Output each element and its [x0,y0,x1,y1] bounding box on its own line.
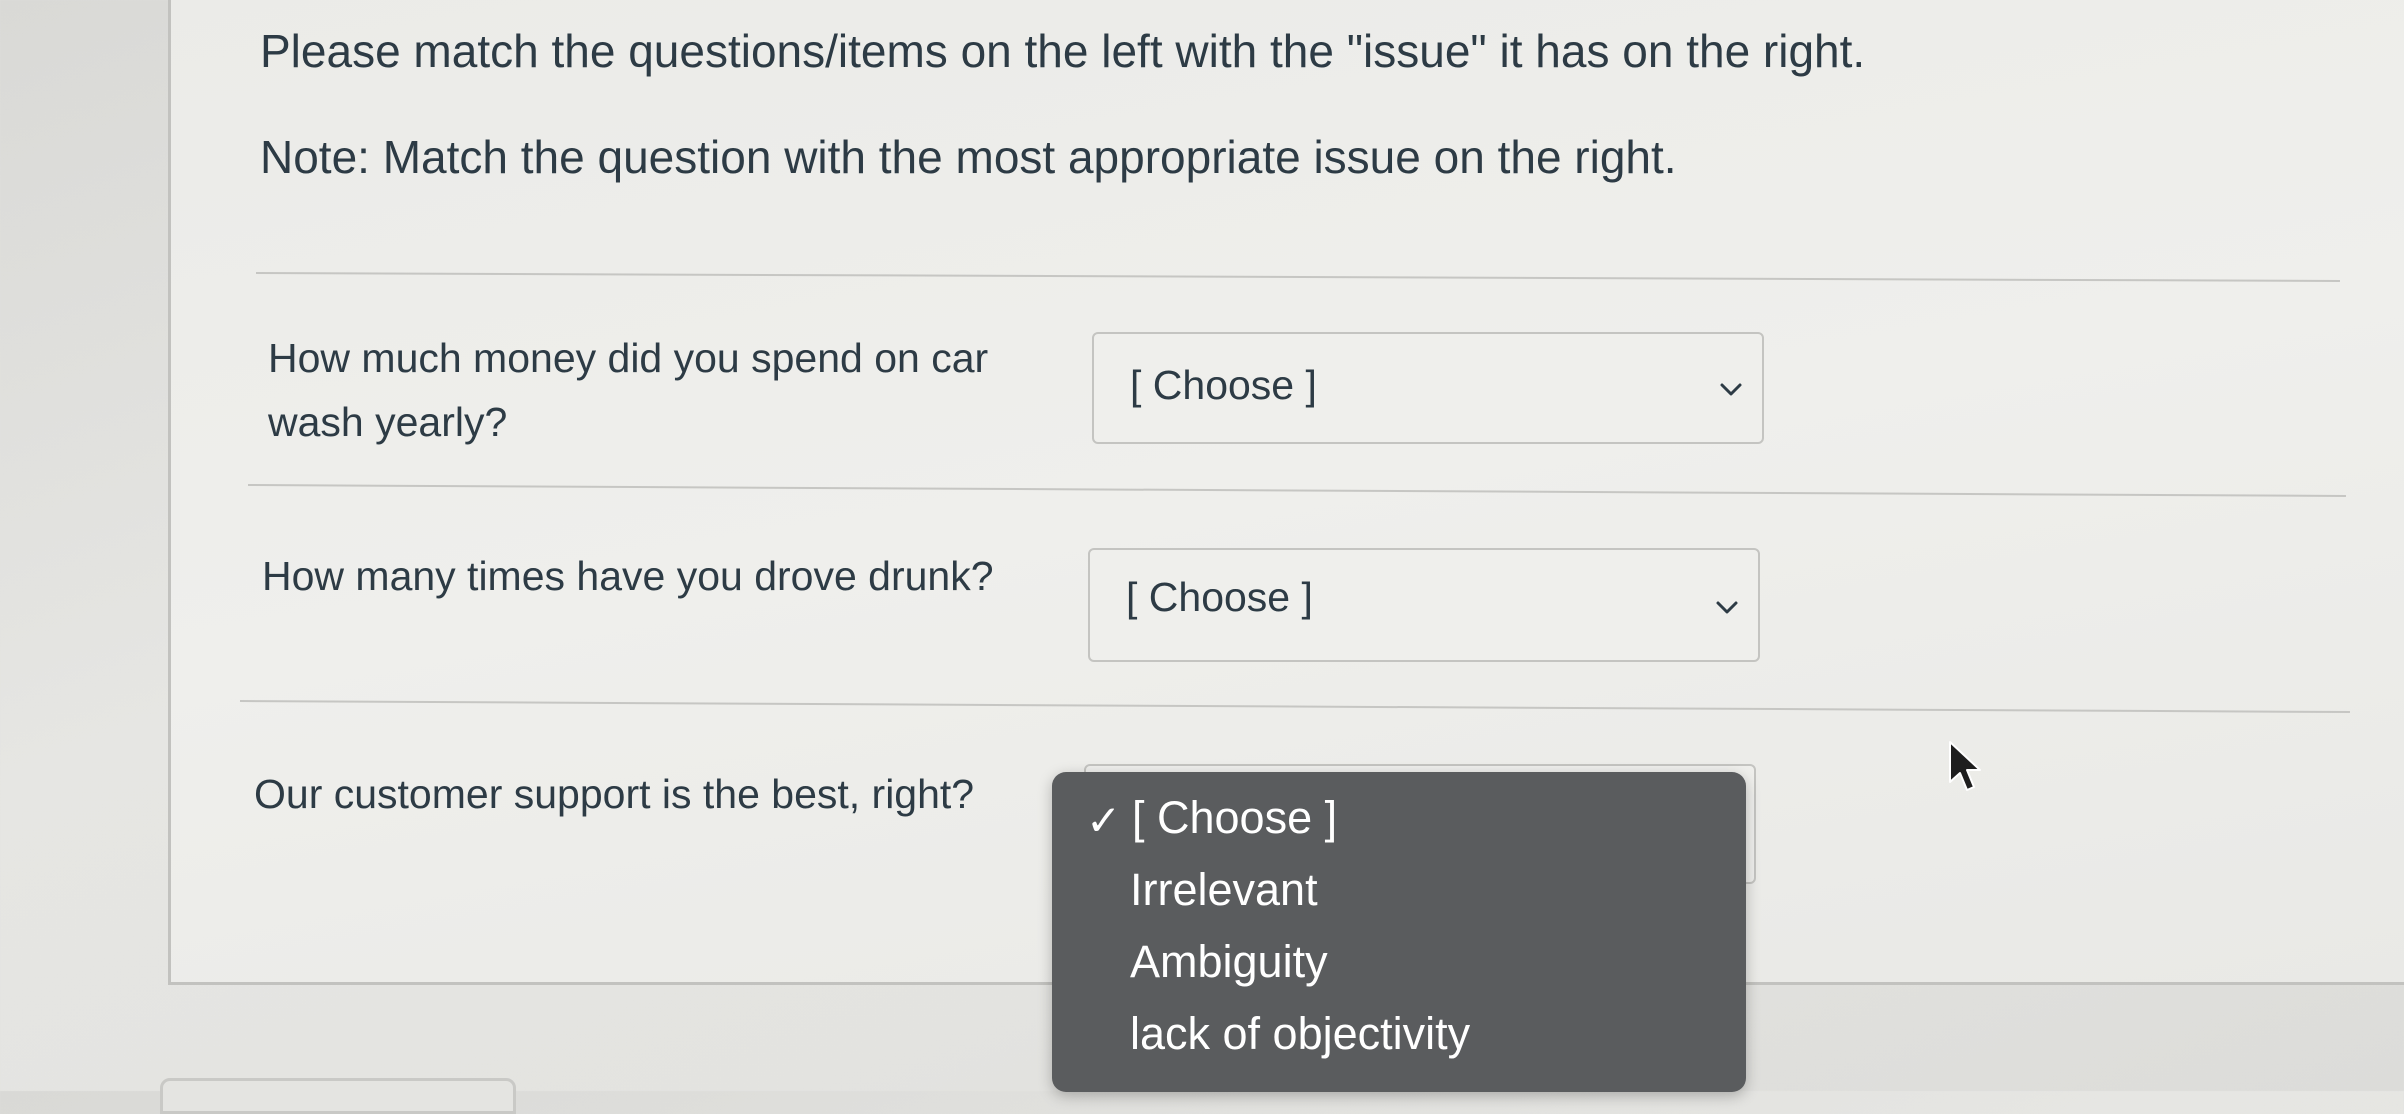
dropdown-option-lack-of-objectivity[interactable]: lack of objectivity [1130,1008,1470,1060]
question-1-line-2: wash yearly? [268,399,508,445]
question-note: Note: Match the question with the most a… [260,131,1677,183]
question-2-select-value: [ Choose ] [1126,574,1313,620]
question-2-select[interactable]: [ Choose ] [1088,548,1760,662]
mouse-pointer-icon [1949,741,1981,791]
checkmark-icon: ✓ [1086,797,1122,844]
question-1-select[interactable]: [ Choose ] [1092,332,1764,444]
question-3-text: Our customer support is the best, right? [254,771,975,817]
chevron-down-icon [1720,383,1742,396]
dropdown-option-irrelevant[interactable]: Irrelevant [1130,864,1318,916]
question-3-dropdown-menu: ✓ [ Choose ] Irrelevant Ambiguity lack o… [1052,772,1746,1092]
dropdown-option-choose[interactable]: [ Choose ] [1132,792,1337,844]
chevron-down-icon [1716,601,1738,614]
bottom-tab [160,1078,516,1114]
dropdown-option-ambiguity[interactable]: Ambiguity [1130,936,1328,988]
question-1-text: How much money did you spend on car wash… [268,326,988,454]
question-1-select-value: [ Choose ] [1130,362,1317,408]
question-1-line-1: How much money did you spend on car [268,335,989,381]
question-prompt: Please match the questions/items on the … [260,25,1866,77]
question-2-text: How many times have you drove drunk? [262,553,994,599]
